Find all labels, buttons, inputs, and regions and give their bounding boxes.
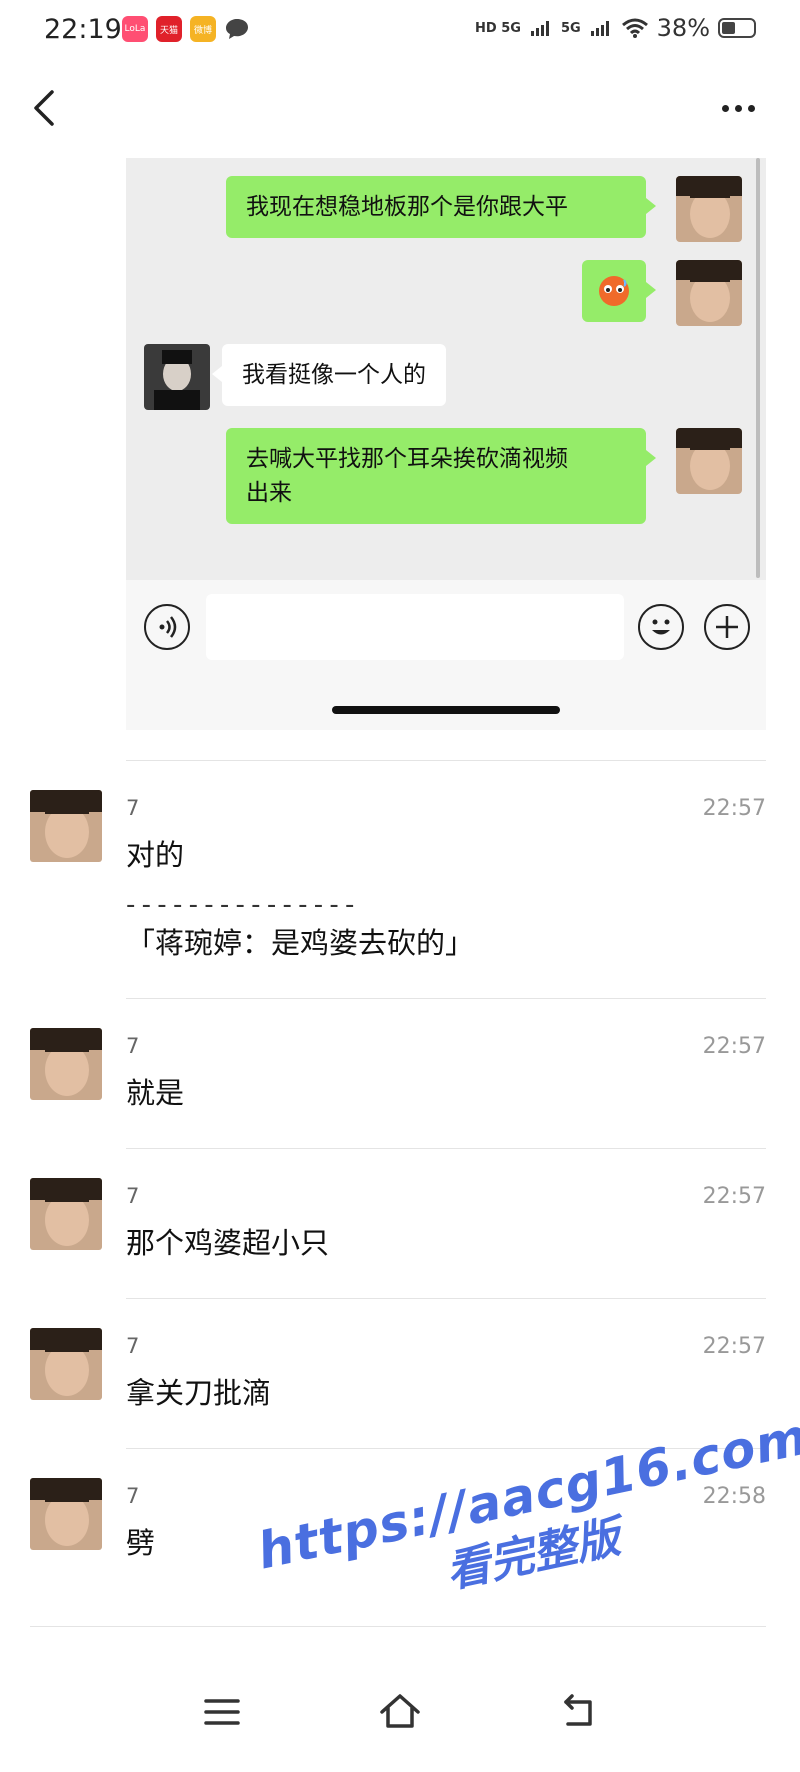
menu-lines-icon [204, 1699, 240, 1725]
chevron-left-icon [34, 90, 54, 126]
comment-text: 那个鸡婆超小只 [126, 1226, 330, 1260]
wifi-icon [621, 18, 648, 38]
chat-bubble: 去喊大平找那个耳朵挨砍滴视频 出来 [226, 428, 656, 524]
message-input[interactable] [206, 594, 624, 660]
comment-time: 22:57 [702, 1034, 766, 1059]
chat-bubble [582, 260, 656, 322]
chat-message-right: 去喊大平找那个耳朵挨砍滴视频 出来 [226, 428, 656, 524]
comment-time: 22:57 [702, 1184, 766, 1209]
status-time: 22:19 [44, 14, 122, 45]
network-5g-label: 5G [560, 20, 581, 36]
divider [126, 1298, 766, 1299]
divider [126, 1148, 766, 1149]
more-dots-icon [721, 104, 729, 112]
chat-message-right: 我现在想稳地板那个是你跟大平 [226, 176, 656, 238]
comment-text: 劈 [126, 1526, 156, 1560]
top-app-bar [0, 62, 800, 158]
weibo-app-icon: 微博 [190, 16, 216, 42]
back-nav-button[interactable] [550, 1684, 606, 1740]
status-right-group: HD 5G 5G 38% [475, 14, 756, 42]
comment-author: 7 [126, 1484, 140, 1508]
message-notification-icon [224, 16, 250, 42]
chat-message-left: 我看挺像一个人的 [212, 344, 446, 406]
comment-text: 拿关刀批滴 [126, 1376, 272, 1410]
divider [126, 998, 766, 999]
home-indicator [332, 706, 560, 714]
divider [126, 1448, 766, 1449]
home-icon [380, 1694, 420, 1728]
comment-time: 22:57 [702, 1334, 766, 1359]
emoji-button[interactable] [638, 604, 684, 650]
divider [126, 760, 766, 761]
battery-percent: 38% [656, 14, 710, 42]
voice-input-button[interactable] [144, 604, 190, 650]
chat-input-bar [126, 580, 766, 730]
status-app-icons: LoLa 天猫 微博 [122, 16, 250, 42]
avatar[interactable] [30, 1328, 102, 1400]
comment-quote: 「蒋琬婷：是鸡婆去砍的」 [126, 926, 475, 960]
avatar[interactable] [30, 1028, 102, 1100]
avatar[interactable] [30, 1478, 102, 1550]
comment-time: 22:58 [702, 1484, 766, 1509]
battery-icon [718, 18, 756, 38]
comment-author: 7 [126, 1184, 140, 1208]
emoji-sticker-icon [599, 276, 629, 306]
signal-bars-icon [530, 21, 549, 36]
comment-author: 7 [126, 1034, 140, 1058]
voice-wave-icon [159, 616, 177, 638]
smiley-icon [652, 619, 670, 635]
watermark-url: https://aacg16.com [252, 1407, 800, 1581]
comment-text: 对的 [126, 838, 185, 872]
more-actions-button[interactable] [704, 604, 750, 650]
scrollbar [756, 158, 760, 578]
comment-time: 22:57 [702, 796, 766, 821]
avatar[interactable] [30, 1178, 102, 1250]
status-bar: 22:19 LoLa 天猫 微博 HD 5G 5G 38% [0, 0, 800, 62]
chat-message-right [582, 260, 656, 322]
avatar[interactable] [144, 344, 210, 410]
system-nav-bar [0, 1654, 800, 1772]
return-arrow-icon [564, 1694, 592, 1726]
comment-author: 7 [126, 1334, 140, 1358]
chat-bubble: 我现在想稳地板那个是你跟大平 [226, 176, 656, 238]
avatar[interactable] [30, 790, 102, 862]
avatar[interactable] [676, 260, 742, 326]
home-button[interactable] [372, 1684, 428, 1740]
plus-icon [716, 616, 738, 638]
avatar[interactable] [676, 176, 742, 242]
signal-bars-icon-2 [590, 21, 609, 36]
comment-text: 就是 [126, 1076, 185, 1110]
tmall-app-icon: 天猫 [156, 16, 182, 42]
embedded-chat-screenshot: 我现在想稳地板那个是你跟大平 我看挺像一个人的 去喊大平找那个耳朵挨砍滴视频 出… [126, 158, 766, 730]
chat-bubble: 我看挺像一个人的 [212, 344, 446, 406]
lola-app-icon: LoLa [122, 16, 148, 42]
menu-button[interactable] [194, 1684, 250, 1740]
quote-divider: - - - - - - - - - - - - - - - [126, 890, 354, 920]
network-hd-5g-label: HD 5G [475, 20, 521, 36]
back-button[interactable] [22, 84, 70, 132]
avatar[interactable] [676, 428, 742, 494]
more-options-button[interactable] [710, 86, 766, 130]
comment-author: 7 [126, 796, 140, 820]
divider [30, 1626, 766, 1627]
